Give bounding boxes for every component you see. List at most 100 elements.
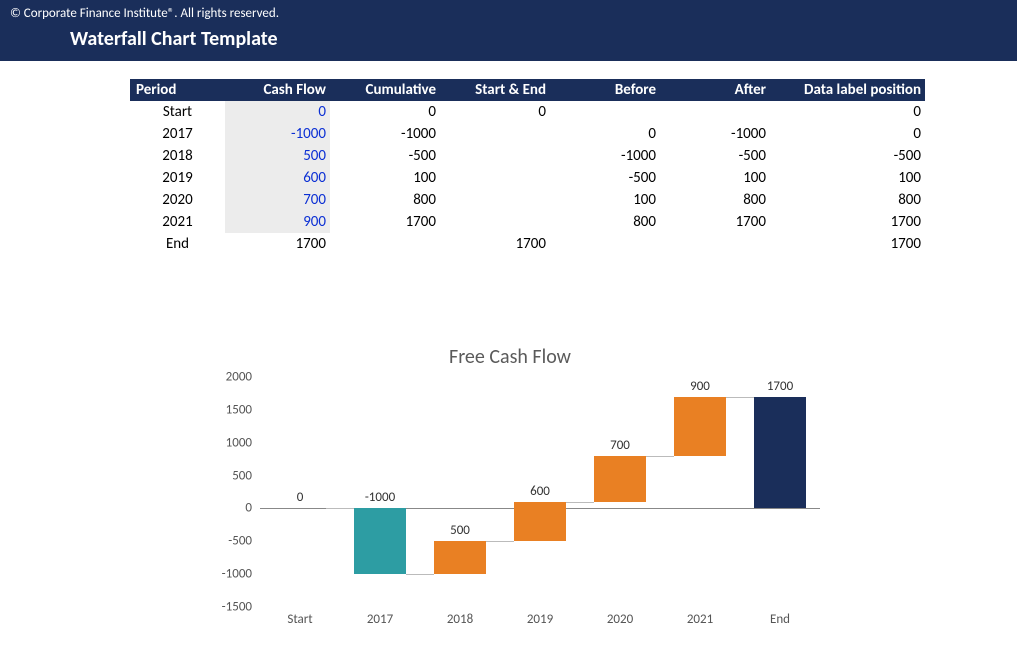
data-label: 500 [424, 523, 496, 538]
table-cell: -500 [330, 145, 440, 167]
table-cell: 0 [770, 101, 925, 123]
table-cell: 1700 [770, 211, 925, 233]
waterfall-bar [434, 541, 486, 574]
table-cell: 100 [550, 189, 660, 211]
y-tick-label: -1000 [222, 567, 260, 582]
data-label: -1000 [344, 490, 416, 505]
table-cell: 800 [660, 189, 770, 211]
table-cell: 1700 [660, 211, 770, 233]
y-tick-label: 1000 [226, 435, 260, 450]
waterfall-bar [514, 502, 566, 541]
table-cell: 0 [330, 101, 440, 123]
table-cell [440, 123, 550, 145]
data-table: Period Cash Flow Cumulative Start & End … [130, 79, 925, 255]
table-cell: 500 [225, 145, 330, 167]
table-cell: 2018 [130, 145, 225, 167]
table-body: Start00002017-1000-10000-100002018500-50… [130, 101, 925, 255]
table-cell: 1700 [770, 233, 925, 255]
table-cell [660, 101, 770, 123]
table-cell [440, 189, 550, 211]
table-cell: 2017 [130, 123, 225, 145]
col-period-header: Period [130, 79, 225, 101]
table-row: 2018500-500-1000-500-500 [130, 145, 925, 167]
data-table-wrap: Period Cash Flow Cumulative Start & End … [130, 79, 1017, 255]
table-row: 2020700800100800800 [130, 189, 925, 211]
table-cell: 700 [225, 189, 330, 211]
x-tick-label: 2017 [344, 612, 416, 627]
table-row: 2017-1000-10000-10000 [130, 123, 925, 145]
table-cell: -1000 [330, 123, 440, 145]
col-dlp-header: Data label position [770, 79, 925, 101]
table-cell: 0 [225, 101, 330, 123]
connector-line [406, 574, 434, 575]
table-cell: 800 [330, 189, 440, 211]
x-tick-label: 2020 [584, 612, 656, 627]
table-cell: -1000 [660, 123, 770, 145]
col-after-header: After [660, 79, 770, 101]
table-cell: -1000 [550, 145, 660, 167]
table-cell: -500 [770, 145, 925, 167]
table-cell: 800 [770, 189, 925, 211]
table-cell: 0 [770, 123, 925, 145]
table-cell: -500 [660, 145, 770, 167]
col-cashflow-header: Cash Flow [225, 79, 330, 101]
table-cell [550, 233, 660, 255]
y-tick-label: 0 [245, 501, 260, 516]
x-tick-label: End [744, 612, 816, 627]
table-cell: 0 [550, 123, 660, 145]
col-before-header: Before [550, 79, 660, 101]
connector-line [486, 541, 514, 542]
table-cell [440, 167, 550, 189]
table-cell: 900 [225, 211, 330, 233]
table-cell [440, 211, 550, 233]
table-cell: 800 [550, 211, 660, 233]
y-tick-label: 1500 [226, 402, 260, 417]
data-label: 0 [264, 490, 336, 505]
header-bar: © Corporate Finance Institute®. All righ… [0, 0, 1017, 61]
waterfall-bar [354, 508, 406, 574]
col-cumulative-header: Cumulative [330, 79, 440, 101]
connector-line [646, 456, 674, 457]
page-title: Waterfall Chart Template [70, 27, 1007, 51]
data-label: 600 [504, 484, 576, 499]
table-cell: 600 [225, 167, 330, 189]
table-row: 2019600100-500100100 [130, 167, 925, 189]
table-cell: 2020 [130, 189, 225, 211]
table-cell: -1000 [225, 123, 330, 145]
x-tick-label: Start [264, 612, 336, 627]
connector-line [726, 397, 754, 398]
data-label: 900 [664, 379, 736, 394]
table-cell: 2021 [130, 211, 225, 233]
table-cell: End [130, 233, 225, 255]
copyright-text: © Corporate Finance Institute®. All righ… [10, 6, 1007, 21]
col-startend-header: Start & End [440, 79, 550, 101]
table-cell: 1700 [440, 233, 550, 255]
table-cell: 1700 [225, 233, 330, 255]
connector-line [566, 502, 594, 503]
table-row: 2021900170080017001700 [130, 211, 925, 233]
table-cell: 100 [330, 167, 440, 189]
connector-line [326, 508, 354, 509]
table-cell: -500 [550, 167, 660, 189]
table-cell: 100 [770, 167, 925, 189]
table-cell: Start [130, 101, 225, 123]
y-tick-label: -500 [228, 534, 260, 549]
chart-title: Free Cash Flow [200, 345, 820, 369]
x-tick-label: 2019 [504, 612, 576, 627]
table-cell: 0 [440, 101, 550, 123]
table-cell: 1700 [330, 211, 440, 233]
waterfall-bar [754, 397, 806, 509]
table-header-row: Period Cash Flow Cumulative Start & End … [130, 79, 925, 101]
data-label: 1700 [744, 379, 816, 394]
y-tick-label: 2000 [226, 370, 260, 385]
table-cell [660, 233, 770, 255]
table-row: Start0000 [130, 101, 925, 123]
table-cell [550, 101, 660, 123]
table-row: End170017001700 [130, 233, 925, 255]
table-cell: 100 [660, 167, 770, 189]
waterfall-bar [594, 456, 646, 502]
chart: Free Cash Flow -1500-1000-50005001000150… [200, 345, 820, 645]
data-label: 700 [584, 438, 656, 453]
chart-plot-area: -1500-1000-5000500100015002000Start02017… [260, 377, 820, 607]
table-cell [330, 233, 440, 255]
